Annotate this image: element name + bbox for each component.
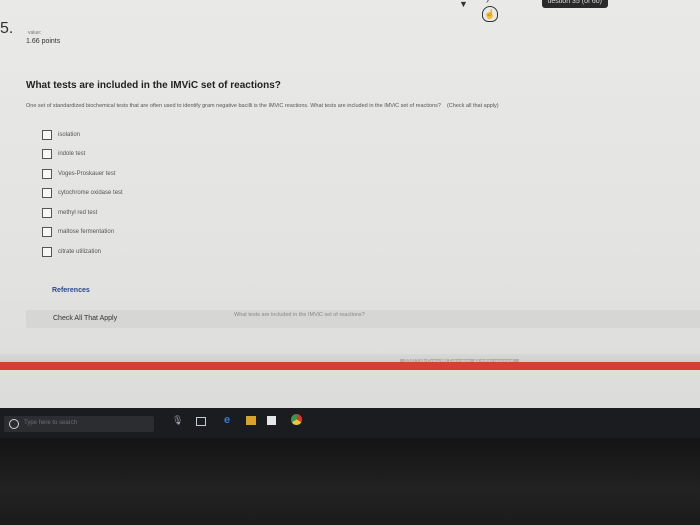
monitor-bezel: [0, 438, 700, 525]
file-explorer-icon[interactable]: [246, 416, 256, 425]
checkbox[interactable]: [42, 168, 52, 179]
prompt-instruction: (Check all that apply): [446, 103, 499, 109]
chrome-icon[interactable]: [291, 414, 302, 425]
option-citrate-utilization[interactable]: citrate utilization: [42, 242, 123, 262]
task-view-icon[interactable]: [196, 417, 206, 426]
question-prompt: One set of standardized biochemical test…: [26, 103, 700, 109]
option-label: Voges-Proskauer test: [58, 170, 116, 177]
option-methyl-red[interactable]: methyl red test: [42, 203, 123, 223]
cortana-icon[interactable]: [9, 419, 19, 429]
references-link[interactable]: References: [52, 287, 90, 294]
option-label: citrate utilization: [58, 248, 102, 255]
question-counter: uestion 35 (of 60): [541, 0, 608, 8]
question-title: What tests are included in the IMViC set…: [26, 80, 281, 91]
option-label: indole test: [58, 151, 86, 158]
prompt-text: One set of standardized biochemical test…: [26, 103, 441, 109]
edge-icon[interactable]: e: [222, 415, 232, 426]
checkbox[interactable]: [42, 246, 52, 257]
option-maltose-fermentation[interactable]: maltose fermentation: [42, 223, 123, 243]
points-value: 1.66 points: [26, 38, 61, 45]
answer-options: isolation indole test Voges-Proskauer te…: [42, 125, 123, 262]
windows-taskbar: Type here to search: [0, 408, 700, 438]
option-label: maltose fermentation: [58, 229, 115, 236]
brand-red-band: [0, 362, 700, 370]
value-label: value:: [28, 30, 42, 36]
option-voges-proskauer[interactable]: Voges-Proskauer test: [42, 164, 123, 184]
option-indole-test[interactable]: indole test: [42, 145, 123, 165]
microphone-icon[interactable]: 🎙: [172, 415, 183, 425]
option-cytochrome-oxidase[interactable]: cytochrome oxidase test: [42, 184, 123, 204]
checkbox[interactable]: [42, 207, 52, 218]
option-isolation[interactable]: isolation: [42, 125, 123, 145]
question-footer-bar: Check All That Apply What tests are incl…: [26, 310, 700, 328]
checkbox[interactable]: [42, 188, 52, 199]
search-placeholder: Type here to search: [24, 420, 78, 426]
chevron-down-icon[interactable]: ▼: [459, 0, 468, 9]
browser-screen: uestion 35 (of 60) ▼ › ☝ 5. value: 1.66 …: [0, 0, 700, 408]
hand-pointer-icon: ☝: [482, 6, 498, 22]
checkbox[interactable]: [42, 149, 52, 160]
chevron-right-icon[interactable]: ›: [486, 0, 489, 5]
question-number: 5.: [0, 20, 14, 37]
store-icon[interactable]: [267, 416, 276, 425]
option-label: methyl red test: [58, 209, 98, 216]
option-label: cytochrome oxidase test: [58, 190, 123, 197]
option-label: isolation: [58, 131, 81, 138]
question-repeat: What tests are included in the IMViC set…: [234, 312, 365, 318]
checkbox[interactable]: [42, 227, 52, 238]
taskbar-search-box[interactable]: Type here to search: [4, 416, 154, 432]
question-type-label: Check All That Apply: [53, 315, 118, 322]
checkbox[interactable]: [42, 129, 52, 140]
